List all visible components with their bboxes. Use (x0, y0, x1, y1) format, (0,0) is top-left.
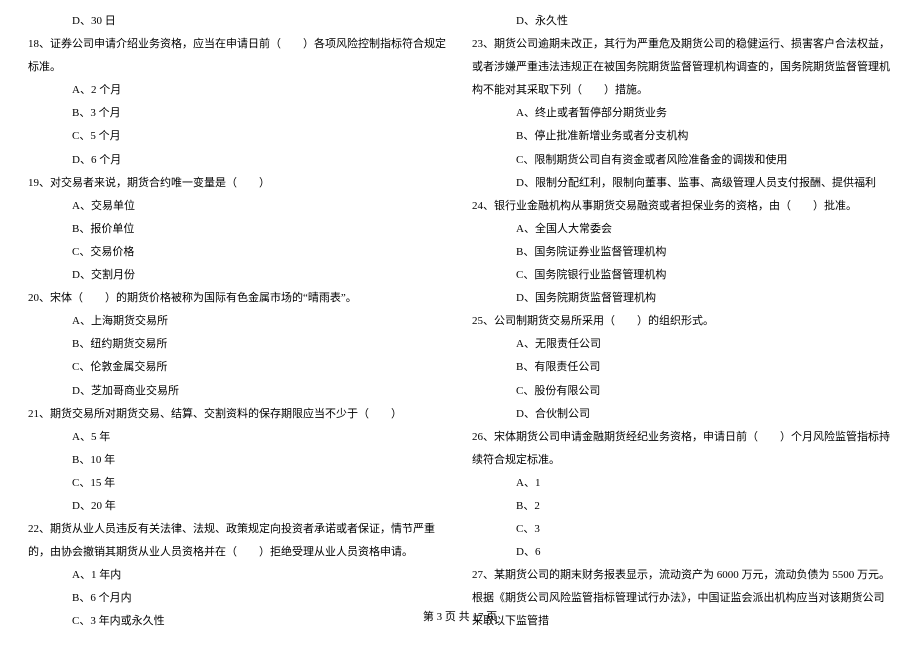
q19-option-c: C、交易价格 (28, 241, 448, 264)
q22-option-b: B、6 个月内 (28, 587, 448, 610)
left-column: D、30 日 18、证券公司申请介绍业务资格，应当在申请日前（ ）各项风险控制指… (20, 10, 460, 600)
q25-option-b: B、有限责任公司 (472, 356, 892, 379)
q23-option-c: C、限制期货公司自有资金或者风险准备金的调拨和使用 (472, 149, 892, 172)
q21-option-d: D、20 年 (28, 495, 448, 518)
q20-stem: 20、宋体（ ）的期货价格被称为国际有色金属市场的“晴雨表”。 (28, 287, 448, 310)
q18-stem: 18、证券公司申请介绍业务资格，应当在申请日前（ ）各项风险控制指标符合规定标准… (28, 33, 448, 79)
q19-stem: 19、对交易者来说，期货合约唯一变量是（ ） (28, 172, 448, 195)
q19-option-a: A、交易单位 (28, 195, 448, 218)
q20-option-b: B、纽约期货交易所 (28, 333, 448, 356)
q25-option-c: C、股份有限公司 (472, 380, 892, 403)
q18-option-d: D、6 个月 (28, 149, 448, 172)
q18-option-a: A、2 个月 (28, 79, 448, 102)
q22-option-c: C、3 年内或永久性 (28, 610, 448, 633)
q21-stem: 21、期货交易所对期货交易、结算、交割资料的保存期限应当不少于（ ） (28, 403, 448, 426)
q22-option-d: D、永久性 (472, 10, 892, 33)
q20-option-d: D、芝加哥商业交易所 (28, 380, 448, 403)
q18-option-c: C、5 个月 (28, 125, 448, 148)
q21-option-b: B、10 年 (28, 449, 448, 472)
q18-option-b: B、3 个月 (28, 102, 448, 125)
q20-option-c: C、伦敦金属交易所 (28, 356, 448, 379)
q24-option-c: C、国务院银行业监督管理机构 (472, 264, 892, 287)
q26-option-c: C、3 (472, 518, 892, 541)
q26-option-b: B、2 (472, 495, 892, 518)
q26-stem: 26、宋体期货公司申请金融期货经纪业务资格，申请日前（ ）个月风险监管指标持续符… (472, 426, 892, 472)
q22-stem: 22、期货从业人员违反有关法律、法规、政策规定向投资者承诺或者保证，情节严重的，… (28, 518, 448, 564)
q25-option-d: D、合伙制公司 (472, 403, 892, 426)
q21-option-a: A、5 年 (28, 426, 448, 449)
q23-option-d: D、限制分配红利，限制向董事、监事、高级管理人员支付报酬、提供福利 (472, 172, 892, 195)
q23-stem: 23、期货公司逾期未改正，其行为严重危及期货公司的稳健运行、损害客户合法权益，或… (472, 33, 892, 102)
q24-option-b: B、国务院证券业监督管理机构 (472, 241, 892, 264)
q25-stem: 25、公司制期货交易所采用（ ）的组织形式。 (472, 310, 892, 333)
q23-option-b: B、停止批准新增业务或者分支机构 (472, 125, 892, 148)
q27-stem: 27、某期货公司的期末财务报表显示，流动资产为 6000 万元，流动负债为 55… (472, 564, 892, 633)
q24-stem: 24、银行业金融机构从事期货交易融资或者担保业务的资格，由（ ）批准。 (472, 195, 892, 218)
q25-option-a: A、无限责任公司 (472, 333, 892, 356)
right-column: D、永久性 23、期货公司逾期未改正，其行为严重危及期货公司的稳健运行、损害客户… (460, 10, 900, 600)
q26-option-d: D、6 (472, 541, 892, 564)
exam-page: D、30 日 18、证券公司申请介绍业务资格，应当在申请日前（ ）各项风险控制指… (0, 0, 920, 600)
q19-option-b: B、报价单位 (28, 218, 448, 241)
q17-option-d: D、30 日 (28, 10, 448, 33)
q19-option-d: D、交割月份 (28, 264, 448, 287)
q23-option-a: A、终止或者暂停部分期货业务 (472, 102, 892, 125)
q26-option-a: A、1 (472, 472, 892, 495)
q24-option-a: A、全国人大常委会 (472, 218, 892, 241)
q20-option-a: A、上海期货交易所 (28, 310, 448, 333)
q22-option-a: A、1 年内 (28, 564, 448, 587)
q21-option-c: C、15 年 (28, 472, 448, 495)
q24-option-d: D、国务院期货监督管理机构 (472, 287, 892, 310)
